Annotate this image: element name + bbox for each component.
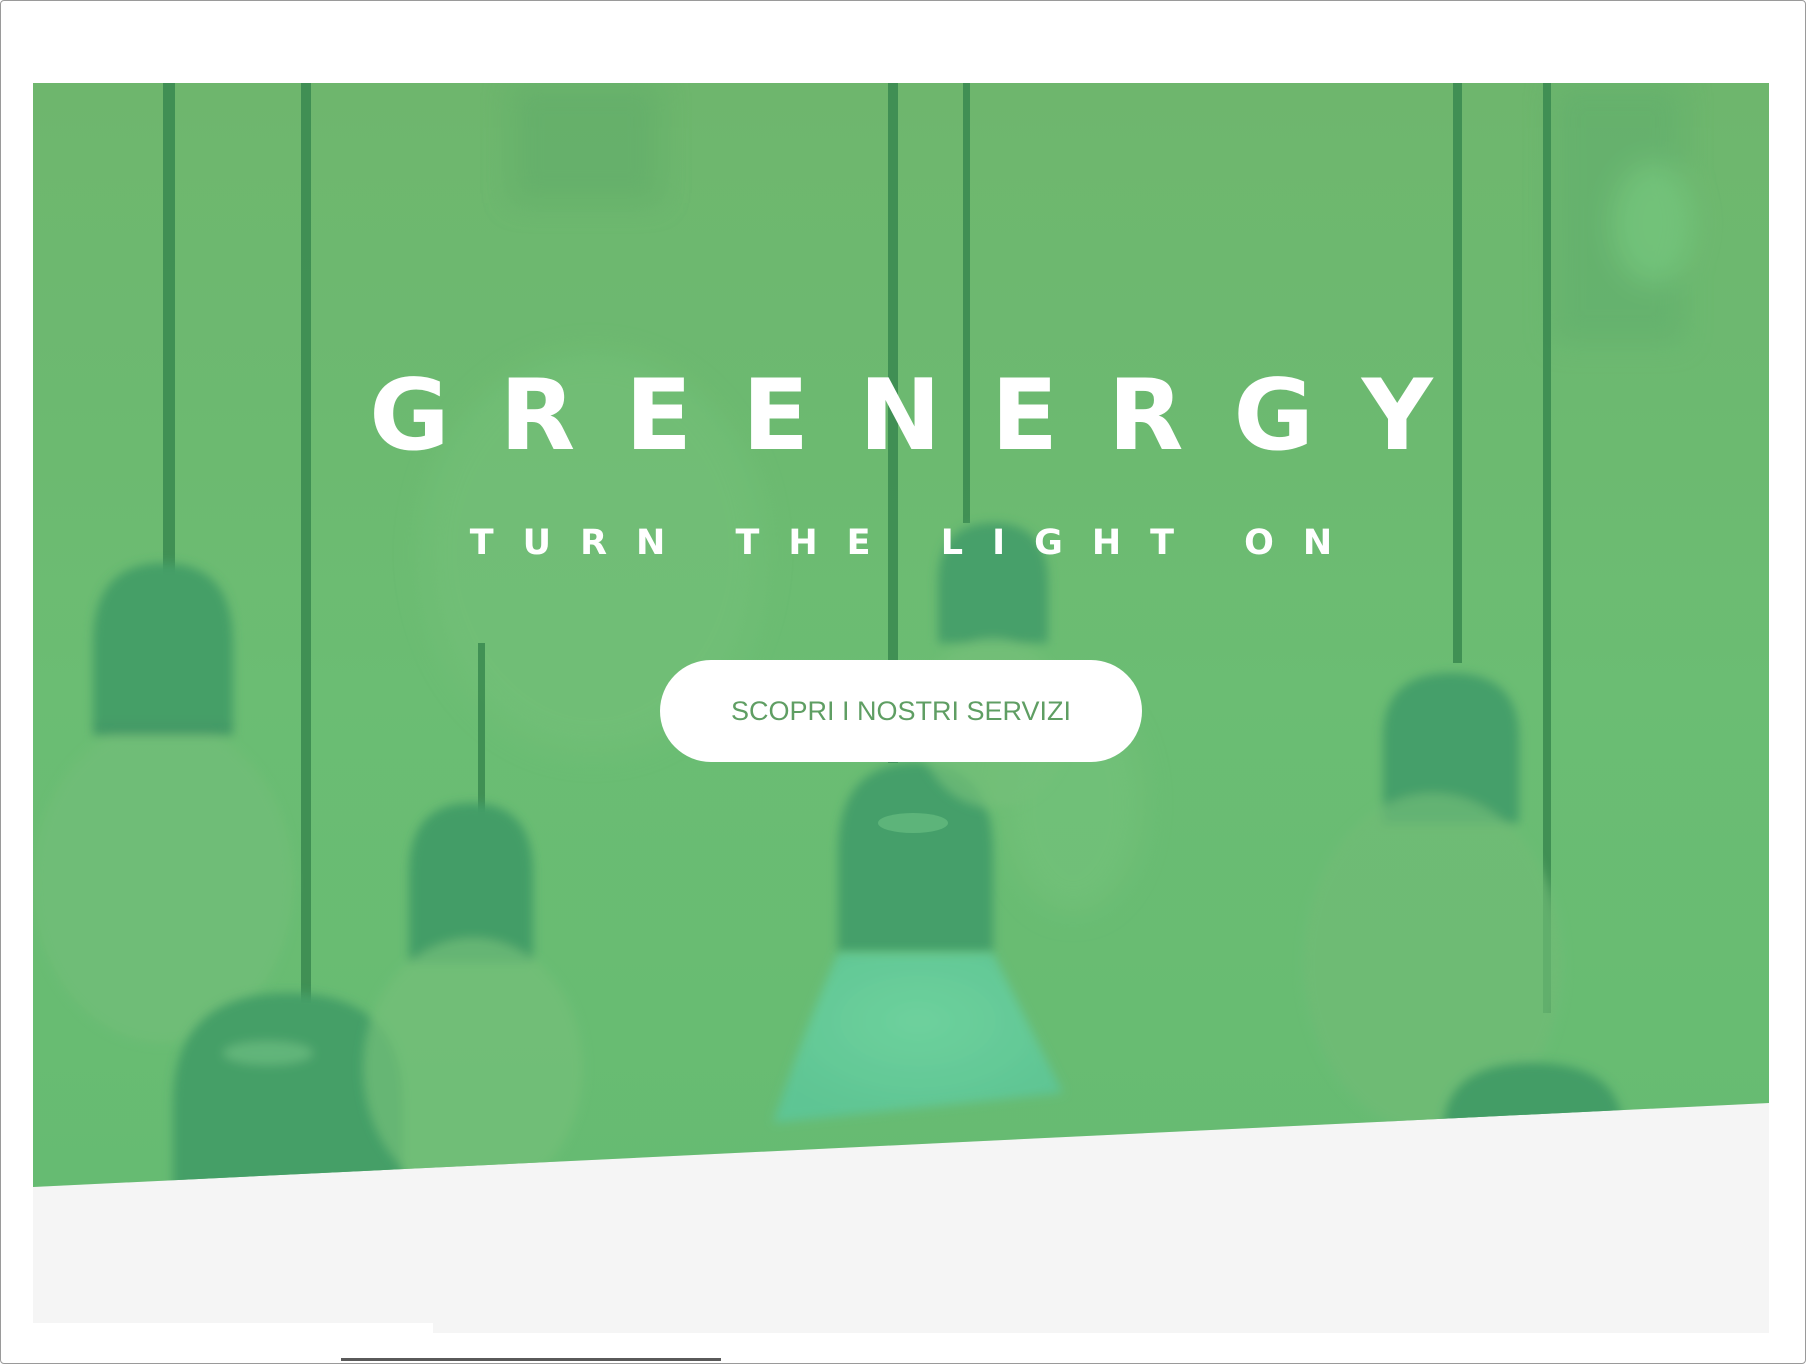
hero-content: GREENERGY TURN THE LIGHT ON SCOPRI I NOS…: [33, 83, 1769, 1187]
hero-section: GREENERGY TURN THE LIGHT ON SCOPRI I NOS…: [33, 83, 1769, 1187]
page-viewport: GREENERGY TURN THE LIGHT ON SCOPRI I NOS…: [33, 83, 1769, 1333]
hero-subtitle: TURN THE LIGHT ON: [469, 523, 1362, 563]
text-fragment: [341, 1358, 721, 1361]
hero-title: GREENERGY: [369, 359, 1483, 473]
discover-services-button[interactable]: SCOPRI I NOSTRI SERVIZI: [660, 660, 1142, 762]
content-card-edge: [33, 1323, 433, 1333]
window-frame: GREENERGY TURN THE LIGHT ON SCOPRI I NOS…: [0, 0, 1806, 1364]
